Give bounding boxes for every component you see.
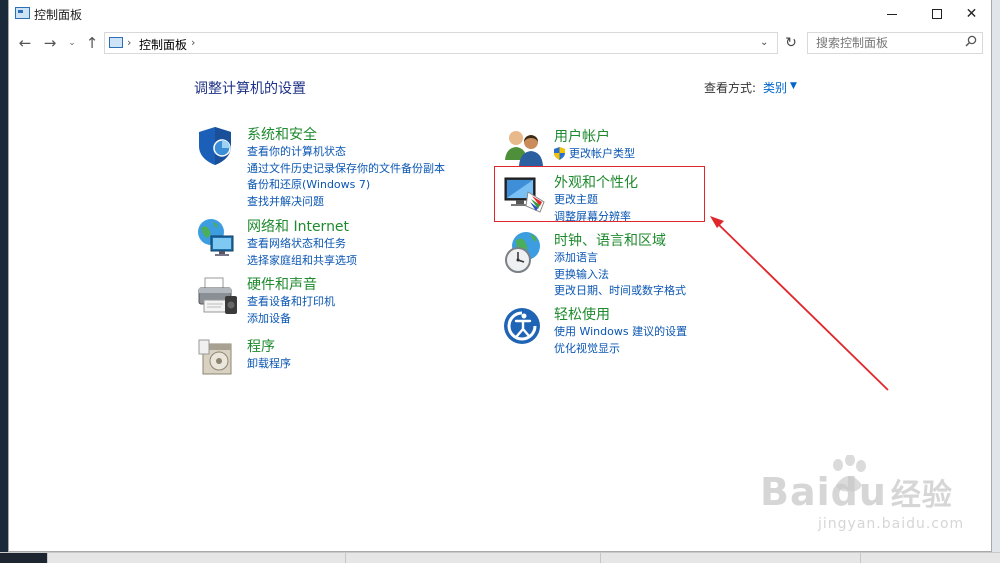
watermark-brand-latin: Baidu [760,470,887,514]
baidu-watermark: Baidu 经验 jingyan.baidu.com [760,470,963,532]
watermark-brand-cn: 经验 [890,478,953,513]
watermark-brand: Baidu 经验 [760,470,953,514]
watermark-url: jingyan.baidu.com [818,516,965,532]
